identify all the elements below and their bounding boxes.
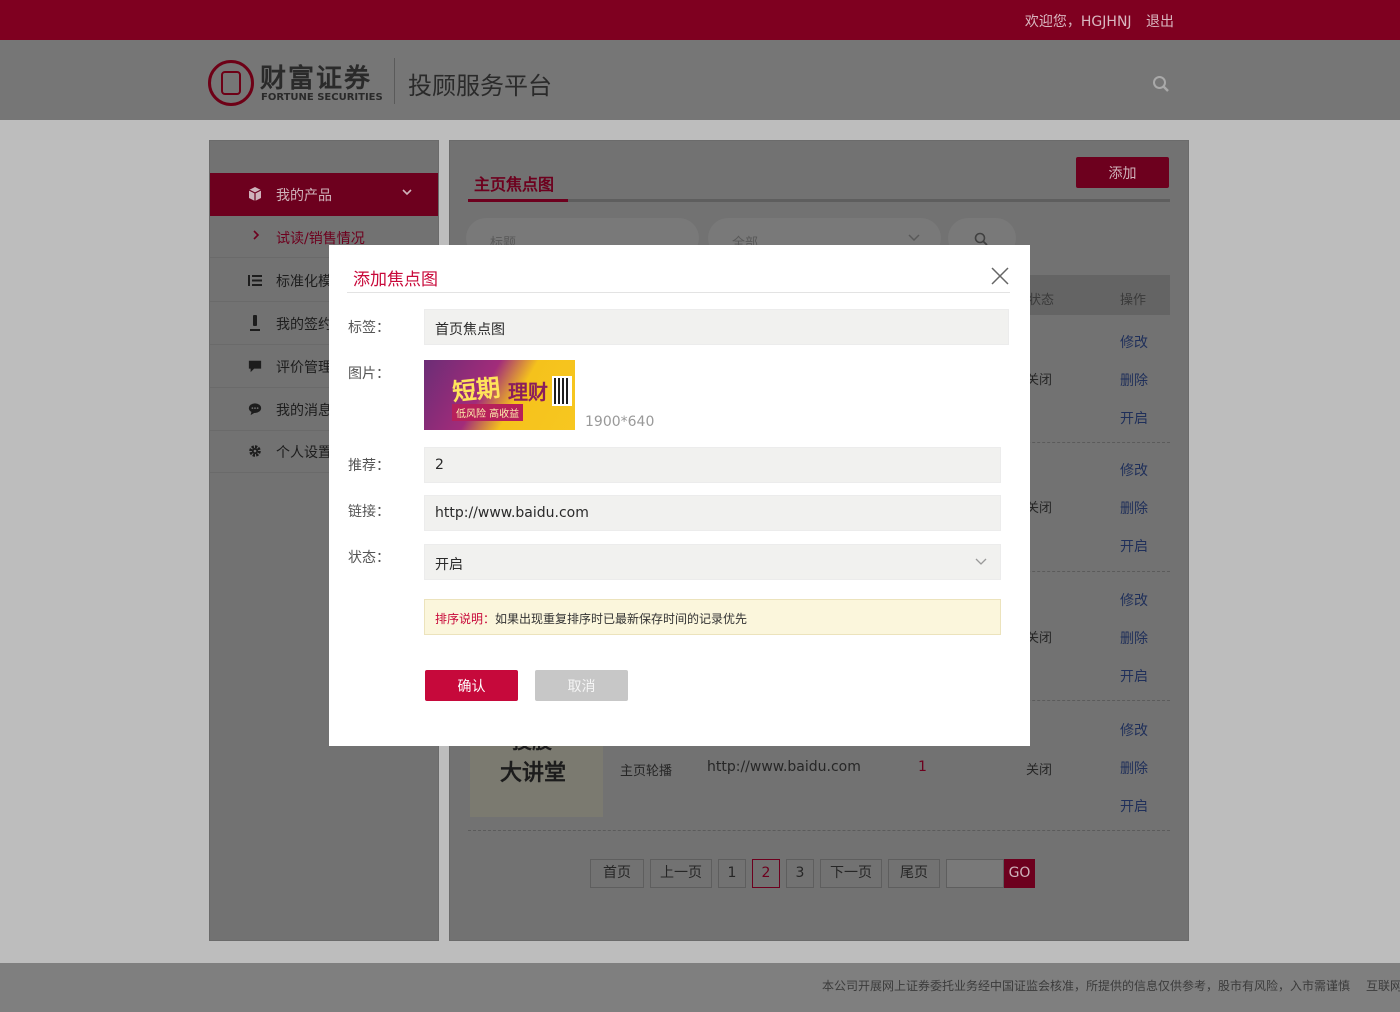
add-button[interactable]: 添加 xyxy=(1076,157,1169,188)
header: 财富证券 FORTUNE SECURITIES 投顾服务平台 xyxy=(0,40,1400,120)
banner-main-text: 短期 xyxy=(450,372,502,407)
banner-image-preview[interactable]: 短期 理财 低风险 高收益 xyxy=(424,360,575,430)
cancel-button[interactable]: 取消 xyxy=(535,670,628,701)
enable-link[interactable]: 开启 xyxy=(1120,536,1148,556)
delete-link[interactable]: 删除 xyxy=(1120,758,1148,778)
dialog-divider xyxy=(347,292,1010,293)
footer-disclaimer: 本公司开展网上证券委托业务经中国证监会核准，所提供的信息仅供参考，股市有风险，入… xyxy=(822,979,1351,993)
footer-extra-text: 互联网 xyxy=(1366,979,1400,993)
cube-icon xyxy=(248,187,262,201)
sidebar-item-my-products[interactable]: 我的产品 xyxy=(210,173,438,216)
page-3-button[interactable]: 3 xyxy=(786,859,814,888)
page-1-button[interactable]: 1 xyxy=(718,859,746,888)
pen-icon xyxy=(250,315,260,331)
delete-link[interactable]: 删除 xyxy=(1120,370,1148,390)
page-next-button[interactable]: 下一页 xyxy=(820,859,882,888)
row-link: http://www.baidu.com xyxy=(707,759,861,775)
column-header-operation: 操作 xyxy=(1120,293,1147,308)
page-prev-button[interactable]: 上一页 xyxy=(650,859,712,888)
header-divider xyxy=(394,58,395,104)
qr-code-icon xyxy=(552,376,572,406)
tag-input[interactable]: 首页焦点图 xyxy=(424,309,1009,345)
search-icon xyxy=(974,232,988,246)
link-label: 链接： xyxy=(348,504,390,520)
top-bar: 欢迎您，HGJHNJ 退出 xyxy=(0,0,1400,40)
row-status: 关闭 xyxy=(1026,763,1053,778)
edit-link[interactable]: 修改 xyxy=(1120,460,1148,480)
sidebar-item-label: 评价管理 xyxy=(276,360,332,376)
banner-side-text: 理财 xyxy=(508,380,548,404)
logout-link[interactable]: 退出 xyxy=(1146,14,1174,30)
edit-link[interactable]: 修改 xyxy=(1120,590,1148,610)
sidebar-item-label: 我的消息 xyxy=(276,403,332,419)
tab-underline xyxy=(468,199,1170,202)
status-label: 状态： xyxy=(348,550,390,566)
delete-link[interactable]: 删除 xyxy=(1120,498,1148,518)
recommend-input[interactable]: 2 xyxy=(424,447,1001,483)
comment-icon xyxy=(248,360,262,373)
link-input[interactable]: http://www.baidu.com xyxy=(424,495,1001,531)
confirm-button[interactable]: 确认 xyxy=(425,670,518,701)
page-2-button[interactable]: 2 xyxy=(752,859,780,888)
add-focus-image-dialog: 添加焦点图 标签： 首页焦点图 图片： 短期 理财 低风险 高收益 1900*6… xyxy=(329,245,1030,746)
thumbnail-text: 大讲堂 xyxy=(500,760,567,786)
enable-link[interactable]: 开启 xyxy=(1120,796,1148,816)
image-label: 图片： xyxy=(348,366,390,382)
recommend-label: 推荐： xyxy=(348,458,390,474)
tag-label: 标签： xyxy=(348,320,390,336)
chevron-down-icon xyxy=(908,234,920,242)
edit-link[interactable]: 修改 xyxy=(1120,720,1148,740)
page-go-button[interactable]: GO xyxy=(1004,859,1035,888)
search-icon[interactable] xyxy=(1152,75,1170,93)
footer: 本公司开展网上证券委托业务经中国证监会核准，所提供的信息仅供参考，股市有风险，入… xyxy=(0,963,1400,1012)
logo-emblem-icon xyxy=(208,60,254,106)
chevron-right-icon xyxy=(253,230,260,240)
gear-icon xyxy=(249,445,261,457)
brand-logo[interactable]: 财富证券 FORTUNE SECURITIES xyxy=(208,58,388,108)
chevron-down-icon xyxy=(402,189,412,196)
banner-sub-text: 低风险 高收益 xyxy=(452,404,524,421)
list-icon xyxy=(248,275,262,286)
user-greeting: 欢迎您，HGJHNJ xyxy=(1024,14,1132,30)
sort-note-key: 排序说明： xyxy=(435,612,496,626)
platform-title: 投顾服务平台 xyxy=(408,72,552,100)
delete-link[interactable]: 删除 xyxy=(1120,628,1148,648)
row-type: 主页轮播 xyxy=(620,764,673,779)
dialog-title: 添加焦点图 xyxy=(353,270,438,290)
edit-link[interactable]: 修改 xyxy=(1120,332,1148,352)
sidebar-item-label: 我的签约 xyxy=(276,317,332,333)
page-jump-input[interactable] xyxy=(946,859,1004,888)
image-size-hint: 1900*640 xyxy=(585,414,655,430)
close-icon[interactable] xyxy=(989,265,1011,287)
message-icon xyxy=(248,403,262,416)
row-sort: 1 xyxy=(918,759,927,775)
chevron-down-icon xyxy=(975,558,987,565)
user-greeting-area: 欢迎您，HGJHNJ 退出 xyxy=(1021,11,1174,31)
sidebar-item-label: 个人设置 xyxy=(276,445,332,461)
status-select[interactable]: 开启 xyxy=(424,544,1001,580)
sidebar-item-label: 我的产品 xyxy=(276,188,332,204)
sort-note: 排序说明：如果出现重复排序时已最新保存时间的记录优先 xyxy=(424,599,1001,635)
sidebar-item-label: 标准化模 xyxy=(276,274,332,290)
tab-focus-images[interactable]: 主页焦点图 xyxy=(474,171,554,195)
enable-link[interactable]: 开启 xyxy=(1120,408,1148,428)
logo-en-text: FORTUNE SECURITIES xyxy=(261,92,383,103)
enable-link[interactable]: 开启 xyxy=(1120,666,1148,686)
column-header-status: 状态 xyxy=(1028,293,1055,308)
page-last-button[interactable]: 尾页 xyxy=(888,859,940,888)
sort-note-text: 如果出现重复排序时已最新保存时间的记录优先 xyxy=(495,612,748,626)
page-first-button[interactable]: 首页 xyxy=(590,859,644,888)
logo-cn-text: 财富证券 xyxy=(260,64,373,94)
